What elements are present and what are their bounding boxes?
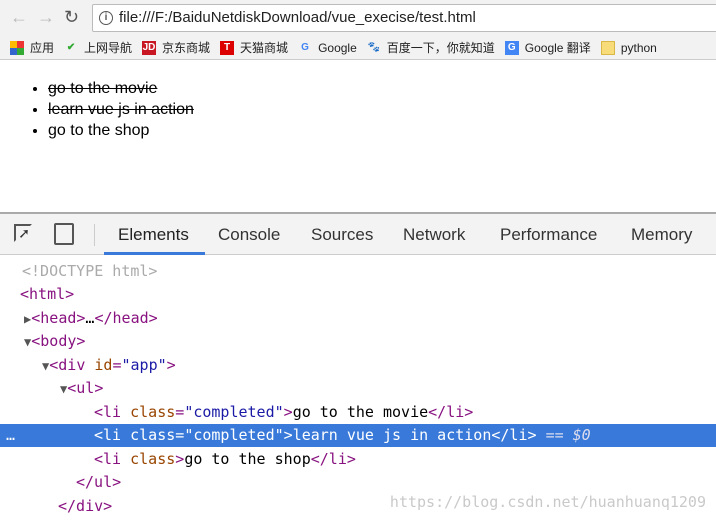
dom-node-ul[interactable]: ▼<ul> — [0, 377, 716, 400]
bookmark-label: 上网导航 — [84, 41, 133, 55]
dom-node-li[interactable]: <li class="completed">go to the movie</l… — [0, 401, 716, 424]
selected-marker: == $0 — [545, 426, 591, 444]
node-text: go to the movie — [292, 403, 429, 421]
bookmark-label: Google — [318, 40, 357, 55]
watermark: https://blog.csdn.net/huanhuanq1209 — [389, 493, 706, 511]
divider — [94, 224, 95, 246]
bookmarks-bar: 应用 ✔ 上网导航 JD 京东商城 T 天猫商城 G Google 🐾 百度一下，你就知道… — [0, 36, 716, 60]
node-text: learn vue js in action — [292, 426, 492, 444]
dom-node-li-selected[interactable]: … <li class="completed">learn vue js in a… — [0, 424, 716, 447]
dom-node-ul-close: </ul> — [76, 473, 122, 491]
todo-item: go to the shop — [48, 120, 194, 141]
back-button[interactable]: ← — [10, 7, 28, 28]
reload-button[interactable]: ↻ — [64, 7, 79, 28]
url-text: file:///F:/BaiduNetdiskDownload/vue_exec… — [119, 9, 476, 26]
bookmark-translate[interactable]: G Google 翻译 — [504, 39, 591, 56]
bookmark-apps[interactable]: 应用 — [10, 39, 54, 56]
baidu-icon: 🐾 — [367, 41, 380, 53]
bookmark-label: Google 翻译 — [524, 41, 591, 55]
bookmark-label: 百度一下，你就知道 — [386, 41, 495, 55]
tab-sources[interactable]: Sources — [311, 225, 373, 245]
todo-item: learn vue js in action — [48, 99, 194, 120]
folder-icon — [600, 40, 615, 55]
more-options-icon[interactable]: … — [6, 424, 15, 447]
active-tab-indicator — [104, 252, 205, 255]
devtools-panel: ➚ Elements Console Sources Network Perfo… — [0, 212, 716, 521]
dom-node-doctype[interactable]: <!DOCTYPE html> — [0, 260, 716, 283]
tab-performance[interactable]: Performance — [500, 225, 597, 245]
bookmark-baidu[interactable]: 🐾 百度一下，你就知道 — [367, 39, 495, 56]
devtools-tabbar: ➚ Elements Console Sources Network Perfo… — [0, 214, 716, 255]
todo-list: go to the movie learn vue js in action g… — [48, 78, 194, 141]
jd-icon: JD — [142, 40, 157, 55]
bookmark-jd[interactable]: JD 京东商城 — [142, 39, 210, 56]
translate-icon: G — [504, 40, 519, 55]
bookmark-label: 天猫商城 — [240, 41, 289, 55]
forward-button[interactable]: → — [37, 7, 55, 28]
node-text: go to the shop — [184, 450, 311, 468]
bookmark-label: python — [620, 40, 657, 55]
hao-icon: ✔ — [66, 41, 76, 53]
dom-node-li[interactable]: <li class>go to the shop</li> — [0, 448, 716, 471]
google-icon: G — [301, 41, 309, 53]
device-toolbar-icon[interactable] — [54, 223, 74, 245]
dom-node-div-app[interactable]: ▼<div id="app"> — [0, 354, 716, 377]
tab-memory[interactable]: Memory — [631, 225, 692, 245]
tmall-icon: T — [220, 40, 235, 55]
dom-node-head[interactable]: ▶<head>…</head> — [0, 307, 716, 330]
dom-node-html[interactable]: <html> — [0, 283, 716, 306]
bookmark-label: 应用 — [30, 41, 55, 55]
apps-grid-icon — [10, 40, 24, 55]
address-bar[interactable]: i file:///F:/BaiduNetdiskDownload/vue_ex… — [92, 4, 716, 32]
tab-elements[interactable]: Elements — [118, 225, 189, 245]
tab-network[interactable]: Network — [403, 225, 465, 245]
todo-item: go to the movie — [48, 78, 194, 99]
bookmark-label: 京东商城 — [162, 41, 211, 55]
tab-console[interactable]: Console — [218, 225, 280, 245]
bookmark-google[interactable]: G Google — [298, 41, 357, 55]
info-icon[interactable]: i — [99, 11, 113, 25]
bookmark-hao[interactable]: ✔ 上网导航 — [64, 39, 132, 56]
browser-toolbar: ← → ↻ i file:///F:/BaiduNetdiskDownload/… — [0, 0, 716, 36]
bookmark-tmall[interactable]: T 天猫商城 — [220, 39, 288, 56]
bookmark-python[interactable]: python — [600, 40, 657, 55]
dom-node-body[interactable]: ▼<body> — [0, 330, 716, 353]
inspect-element-icon[interactable]: ➚ — [14, 224, 32, 242]
